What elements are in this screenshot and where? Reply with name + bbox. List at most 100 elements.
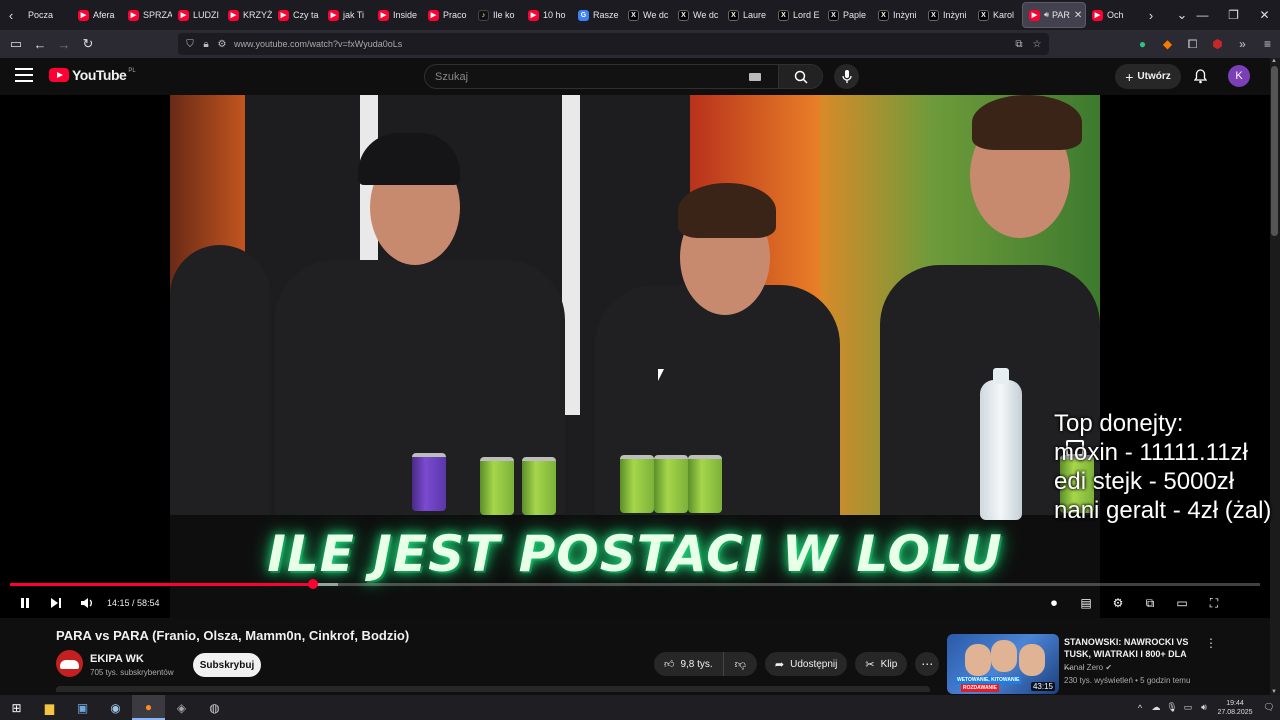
- volume-button[interactable]: [71, 591, 102, 615]
- create-button[interactable]: + Utwórz: [1115, 64, 1181, 89]
- recommended-thumbnail[interactable]: WETOWANIE, KITOWANIE ROZDAWANIE 43:15: [947, 634, 1059, 694]
- url-text[interactable]: www.youtube.com/watch?v=fxWyuda0oLs: [234, 39, 402, 49]
- browser-tab[interactable]: ▶ Inside: [372, 2, 422, 28]
- browser-tab[interactable]: ▶ 10 ho: [522, 2, 572, 28]
- youtube-logo[interactable]: YouTube PL: [49, 67, 136, 83]
- settings-gear-icon[interactable]: ⚙: [1102, 591, 1134, 615]
- restore-icon[interactable]: ❐: [1218, 0, 1249, 30]
- miniplayer-icon[interactable]: ⧉: [1134, 591, 1166, 615]
- share-button[interactable]: ➦ Udostępnij: [764, 652, 848, 676]
- browser-tab[interactable]: X We dc: [672, 2, 722, 28]
- extensions-puzzle-icon[interactable]: ⧠: [1180, 32, 1205, 56]
- subtitles-icon[interactable]: ▤: [1070, 591, 1102, 615]
- tab-close-icon[interactable]: ✕: [1074, 10, 1082, 21]
- like-button[interactable]: 👍︎ 9,8 tys.: [654, 652, 724, 676]
- browser-tab[interactable]: ▶ Och: [1086, 2, 1136, 28]
- onedrive-icon[interactable]: ☁: [1148, 702, 1164, 713]
- speaker-icon[interactable]: 🔊︎: [1196, 702, 1212, 713]
- browser-tab[interactable]: X Inżyni: [922, 2, 972, 28]
- notifications-bell-icon[interactable]: [1191, 67, 1209, 85]
- bookmark-star-icon[interactable]: ☆: [1029, 39, 1045, 50]
- app-menu-icon[interactable]: ≡: [1255, 32, 1280, 56]
- forward-arrow-icon[interactable]: →: [52, 32, 76, 56]
- steam-icon[interactable]: ◉: [99, 695, 132, 720]
- tab-active[interactable]: ▶ 🔊︎ PAR ✕: [1022, 2, 1086, 28]
- permissions-icon[interactable]: ⚙: [214, 39, 230, 50]
- notifications-icon[interactable]: 🗨︎: [1258, 702, 1280, 713]
- overflow-chevrons-icon[interactable]: »: [1230, 32, 1255, 56]
- minimize-icon[interactable]: —: [1187, 0, 1218, 30]
- browser-tab[interactable]: X Lord E: [772, 2, 822, 28]
- autoplay-toggle-icon[interactable]: ⏺: [1038, 591, 1070, 615]
- pause-button[interactable]: [9, 591, 40, 615]
- browser-tab[interactable]: ▶ Afera: [72, 2, 122, 28]
- subscribe-button[interactable]: Subskrybuj: [193, 653, 261, 677]
- theater-mode-icon[interactable]: ▭: [1166, 591, 1198, 615]
- search-input[interactable]: [425, 70, 745, 83]
- browser-tab[interactable]: X Inżyni: [872, 2, 922, 28]
- picture-in-picture-icon[interactable]: ⧉: [1011, 39, 1027, 50]
- channel-avatar[interactable]: [56, 650, 83, 677]
- fullscreen-icon[interactable]: ⛶: [1198, 591, 1230, 615]
- ublock-icon[interactable]: ⬢: [1205, 32, 1230, 56]
- more-vertical-icon[interactable]: ⋮: [1205, 636, 1217, 650]
- browser-tab[interactable]: ▶ Czy ta: [272, 2, 322, 28]
- firefox-icon[interactable]: ●: [132, 695, 165, 720]
- channel-name[interactable]: EKIPA WK: [90, 653, 144, 665]
- dislike-button[interactable]: 👎︎: [723, 652, 757, 676]
- browser-tab[interactable]: X Paple: [822, 2, 872, 28]
- browser-tab[interactable]: X We dc: [622, 2, 672, 28]
- progress-scrubber-handle[interactable]: [307, 579, 318, 589]
- thumbs-down-icon: 👎︎: [734, 658, 746, 671]
- address-bar[interactable]: ⛉ 🔒︎ ⚙ www.youtube.com/watch?v=fxWyuda0o…: [178, 33, 1049, 55]
- browser-tab[interactable]: X Karol: [972, 2, 1022, 28]
- browser-tab[interactable]: ▶ jak Ti: [322, 2, 372, 28]
- tray-chevron-up-icon[interactable]: ^: [1132, 703, 1148, 713]
- extension-fox-icon[interactable]: ◆: [1155, 32, 1180, 56]
- close-window-icon[interactable]: ✕: [1249, 0, 1280, 30]
- shield-icon[interactable]: ⛉: [182, 39, 198, 50]
- recommended-video[interactable]: WETOWANIE, KITOWANIE ROZDAWANIE 43:15 ST…: [947, 634, 1217, 694]
- microphone-tray-icon[interactable]: 🎙︎: [1164, 702, 1180, 713]
- search-button[interactable]: [778, 65, 822, 88]
- tab-scroll-left-icon[interactable]: ‹: [0, 0, 22, 30]
- browser-tab[interactable]: X Laure: [722, 2, 772, 28]
- lock-icon[interactable]: 🔒︎: [198, 39, 214, 50]
- account-avatar[interactable]: K: [1228, 65, 1250, 87]
- clip-button[interactable]: ✂ Klip: [855, 652, 908, 676]
- scroll-up-icon[interactable]: ▲: [1271, 58, 1277, 64]
- app-icon[interactable]: ◍: [198, 695, 231, 720]
- next-button[interactable]: [40, 591, 71, 615]
- tab-scroll-right-icon[interactable]: ›: [1140, 0, 1162, 30]
- browser-tab[interactable]: Pocza: [22, 2, 72, 28]
- more-actions-icon[interactable]: ⋯: [915, 652, 940, 676]
- speaker-icon[interactable]: 🔊︎: [1044, 10, 1049, 20]
- keyboard-icon[interactable]: [749, 72, 761, 81]
- description-box[interactable]: [56, 686, 930, 692]
- control-panel-icon[interactable]: ▣: [66, 695, 99, 720]
- browser-tab[interactable]: ▶ LUDZI: [172, 2, 222, 28]
- sidebar-toggle-icon[interactable]: ▭: [4, 32, 28, 56]
- reload-icon[interactable]: ↻: [76, 32, 100, 56]
- progress-bar[interactable]: [10, 579, 1260, 589]
- youtube-favicon-icon: ▶: [278, 9, 289, 21]
- browser-tab[interactable]: ▶ Praco: [422, 2, 472, 28]
- back-arrow-icon[interactable]: ←: [28, 32, 52, 56]
- browser-tab[interactable]: G Rasze: [572, 2, 622, 28]
- app-icon[interactable]: ◈: [165, 695, 198, 720]
- hamburger-menu-icon[interactable]: [15, 68, 33, 82]
- recommended-channel[interactable]: Kanał Zero ✔: [1064, 663, 1112, 672]
- browser-tab[interactable]: ▶ KRZYŻ: [222, 2, 272, 28]
- voice-search-button[interactable]: [834, 64, 859, 89]
- browser-tab[interactable]: ♪ Ile ko: [472, 2, 522, 28]
- vpn-extension-icon[interactable]: ●: [1130, 32, 1155, 56]
- video-frame[interactable]: ILE JEST POSTACI W LOLU: [170, 95, 1100, 618]
- windows-start-icon[interactable]: ⊞: [0, 695, 33, 720]
- page-scrollbar[interactable]: ▲ ▼: [1270, 58, 1280, 695]
- taskbar-clock[interactable]: 19:44 27.08.2025: [1212, 699, 1258, 717]
- scrollbar-thumb[interactable]: [1271, 66, 1278, 236]
- file-explorer-icon[interactable]: ▆: [33, 695, 66, 720]
- browser-tab[interactable]: ▶ SPRZA: [122, 2, 172, 28]
- network-icon[interactable]: ▭: [1180, 702, 1196, 713]
- video-player[interactable]: ILE JEST POSTACI W LOLU 14:15 / 58:54 ⏺ …: [0, 95, 1270, 618]
